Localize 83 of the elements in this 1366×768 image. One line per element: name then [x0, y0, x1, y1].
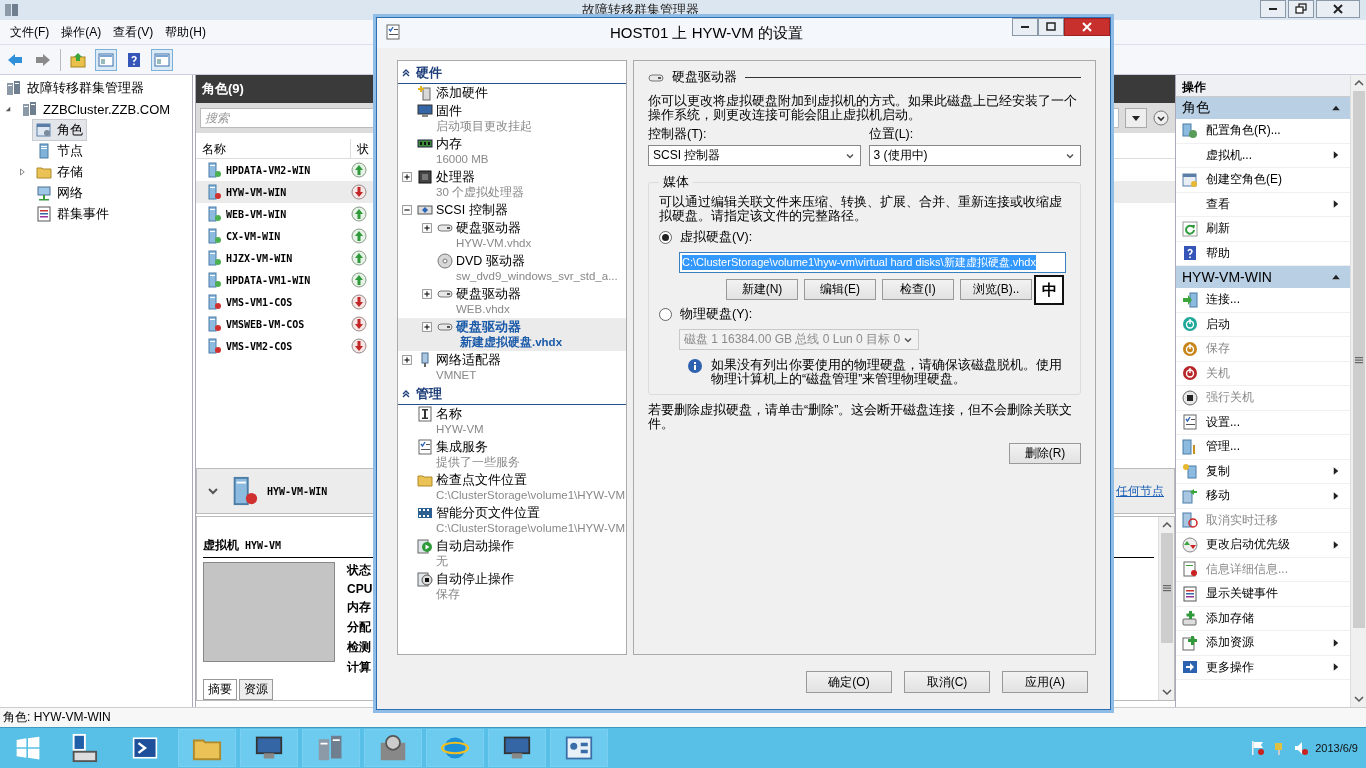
role-name: HPDATA-VM2-WIN [226, 164, 311, 176]
action-label: 关机 [1206, 364, 1231, 382]
dialog-title: HOST01 上 HYW-VM 的设置 [608, 23, 805, 43]
action-label: 启动 [1206, 315, 1231, 333]
item-detail: sw_dvd9_windows_svr_std_a... [456, 269, 618, 284]
role-name: VMS-VM2-COS [226, 340, 293, 352]
item-label: 添加硬件 [436, 85, 488, 101]
radio-label: 物理硬盘(Y): [680, 306, 753, 323]
item-label: 硬盘驱动器 [456, 319, 522, 335]
field-label: 检测 [347, 639, 372, 656]
action-label: 连接... [1206, 291, 1241, 309]
action-label: 强行关机 [1206, 389, 1255, 407]
group-title: 媒体 [662, 174, 690, 191]
item-detail: 16000 MB [436, 152, 489, 167]
role-name: HJZX-VM-WIN [226, 252, 293, 264]
action-label: 虚拟机... [1206, 146, 1253, 164]
role-name: HYW-VM-WIN [226, 186, 287, 198]
radio-label: 虚拟硬盘(V): [680, 229, 753, 246]
action-label: 设置... [1206, 413, 1241, 431]
item-detail: 启动项目更改挂起 [436, 119, 532, 134]
role-name: VMSWEB-VM-COS [226, 318, 305, 330]
item-label: 智能分页文件位置 [436, 505, 541, 521]
item-label: 硬盘驱动器 [456, 220, 522, 236]
action-label: 添加资源 [1206, 634, 1255, 652]
item-detail: 新建虚拟硬盘.vhdx [459, 335, 563, 350]
action-label: 添加存储 [1206, 609, 1255, 627]
field-label: 分配 [347, 619, 372, 636]
item-label: 处理器 [436, 169, 476, 185]
action-label: 刷新 [1206, 220, 1231, 238]
detail-value: HYW-VM [245, 540, 282, 551]
action-label: 移动 [1206, 487, 1231, 505]
info-text: 如果没有列出你要使用的物理硬盘，请确保该磁盘脱机。使用物理计算机上的“磁盘管理”来管理物理硬盘。 [711, 358, 1063, 386]
action-label: 显示关键事件 [1206, 585, 1279, 603]
field-label: 控制器(T): [648, 126, 708, 143]
field-label: 位置(L): [868, 126, 915, 143]
item-label: 自动启动操作 [436, 538, 514, 554]
item-label: 内存 [436, 136, 463, 152]
item-detail: VMNET [436, 368, 478, 383]
detail-label: 虚拟机 [203, 537, 239, 554]
role-name: HYW-VM-WIN [267, 485, 328, 497]
item-detail: HYW-VM [436, 422, 484, 437]
action-label: 信息详细信息... [1206, 560, 1289, 578]
date-text: 2013/6/9 [1315, 742, 1358, 754]
item-label: 网络适配器 [436, 352, 501, 368]
action-label: 更改启动优先级 [1206, 536, 1291, 554]
item-detail: C:\ClusterStorage\volume1\HYW-VM [436, 521, 625, 536]
description-text: 若要删除虚拟硬盘，请单击“删除”。这会断开磁盘连接，但不会删除关联文件。 [648, 403, 1074, 431]
role-name: CX-VM-WIN [226, 230, 281, 242]
action-label: 保存 [1206, 340, 1231, 358]
item-detail: 提供了一些服务 [436, 455, 520, 470]
item-label: 自动停止操作 [436, 571, 514, 587]
field-label: 内存 [347, 599, 372, 616]
field-label: 计算 [347, 659, 372, 676]
action-label: 更多操作 [1206, 658, 1255, 676]
item-label: DVD 驱动器 [456, 253, 526, 269]
item-detail: C:\ClusterStorage\volume1\HYW-VM [436, 488, 625, 503]
action-label: 查看 [1206, 195, 1231, 213]
ime-indicator: 中 [1034, 275, 1064, 305]
item-label: 固件 [436, 103, 463, 119]
action-label: 创建空角色(E) [1206, 171, 1283, 189]
action-label: 帮助 [1206, 244, 1231, 262]
action-label: 取消实时迁移 [1206, 511, 1279, 529]
item-label: 名称 [436, 406, 463, 422]
field-label: 状态 [347, 562, 372, 579]
item-detail: 无 [436, 554, 449, 569]
item-detail: WEB.vhdx [456, 302, 511, 317]
item-detail: 保存 [436, 587, 461, 602]
role-name: VMS-VM1-COS [226, 296, 293, 308]
role-name: WEB-VM-WIN [226, 208, 287, 220]
description-text: 可以通过编辑关联文件来压缩、转换、扩展、合并、重新连接或收缩虚拟硬盘。请指定该文件的完整路径。 [659, 195, 1063, 223]
action-label: 复制 [1206, 462, 1231, 480]
field-label: CPU [347, 582, 373, 596]
item-label: 检查点文件位置 [436, 472, 528, 488]
action-label: 配置角色(R)... [1206, 122, 1282, 140]
pane-title: 操作 [1176, 75, 1350, 97]
item-label: SCSI 控制器 [436, 202, 508, 218]
status-text: 角色: HYW-VM-WIN [3, 709, 111, 726]
item-detail: HYW-VM.vhdx [456, 236, 532, 251]
action-label: 管理... [1206, 438, 1241, 456]
role-name: HPDATA-VM1-WIN [226, 274, 311, 286]
item-label: 集成服务 [436, 439, 489, 455]
item-detail: 30 个虚拟处理器 [436, 185, 524, 200]
item-label: 硬盘驱动器 [456, 286, 521, 302]
